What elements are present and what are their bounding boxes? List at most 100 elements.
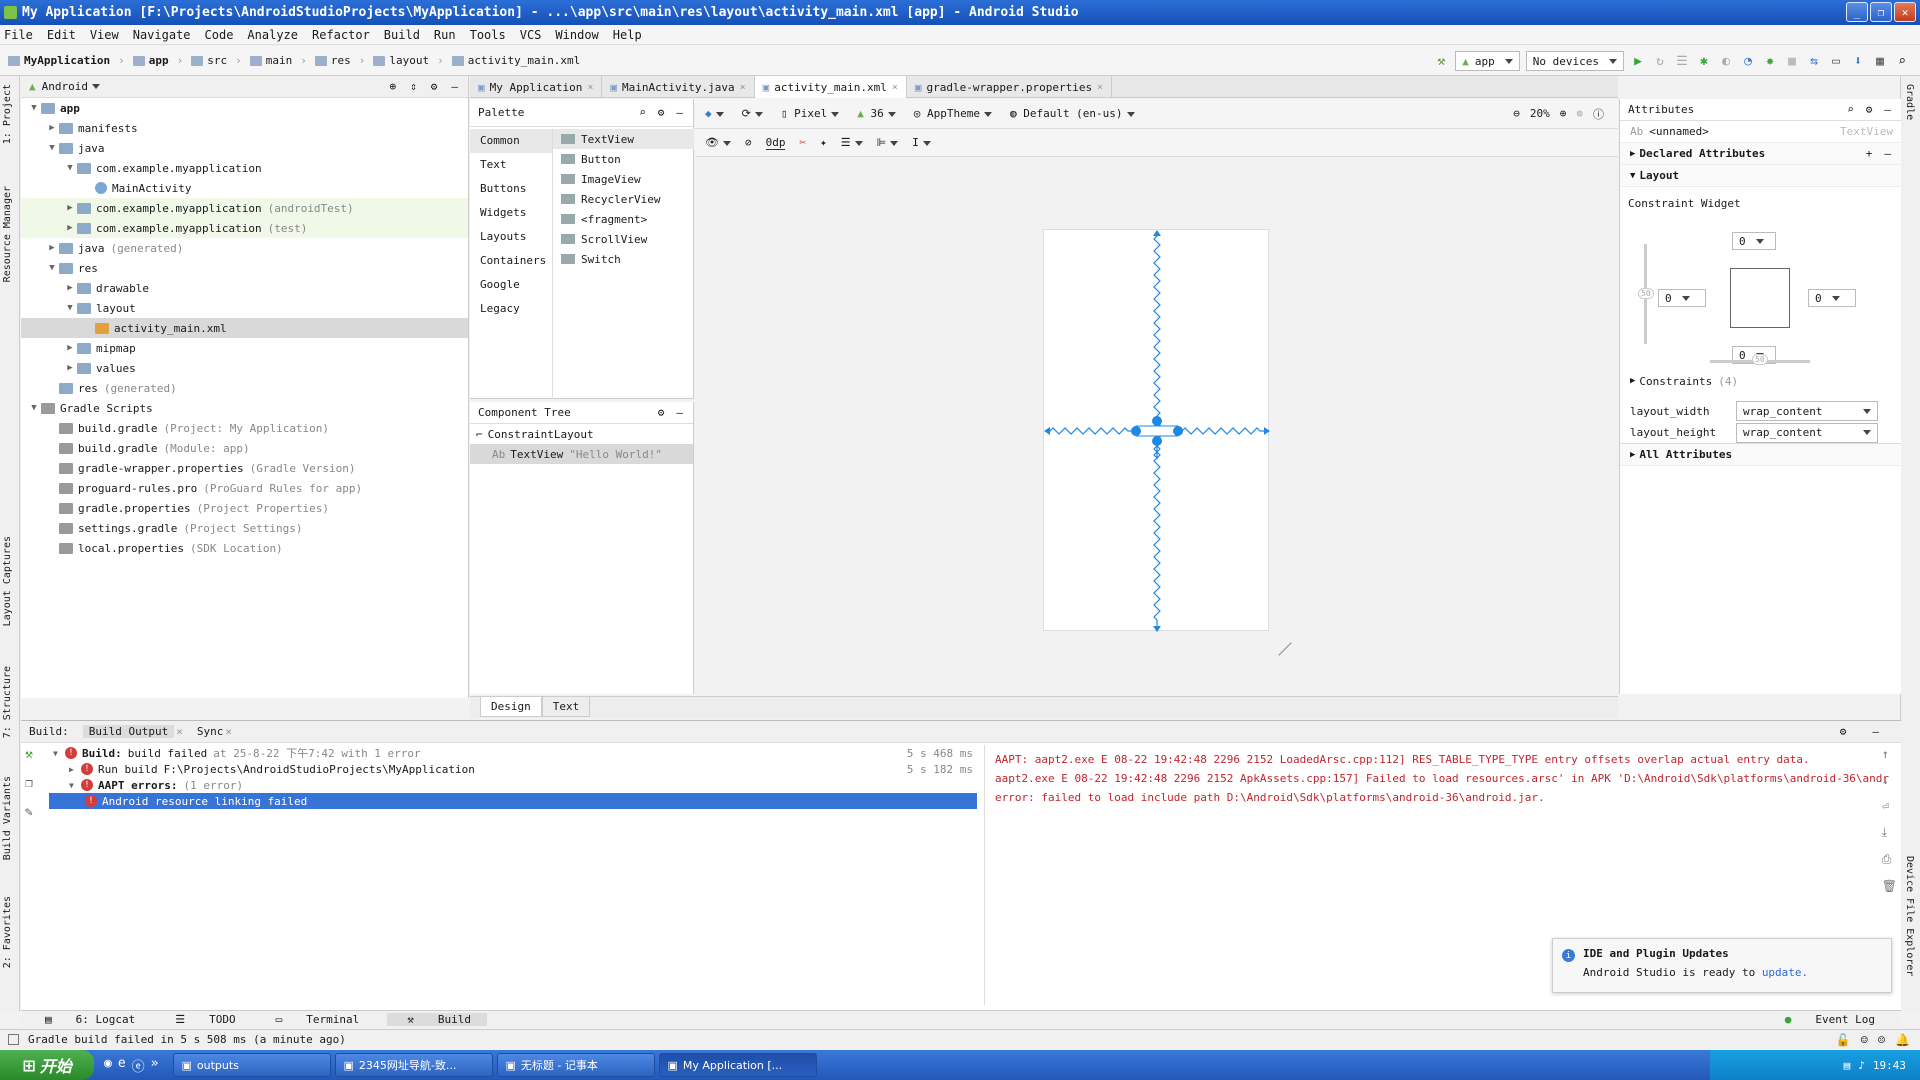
structure-tab[interactable]: 7: Structure (2, 666, 13, 738)
volume-icon[interactable]: ♪ (1858, 1059, 1865, 1072)
start-button[interactable]: ⊞ 开始 (0, 1050, 94, 1080)
palette-item[interactable]: Switch (553, 249, 694, 269)
align-icon[interactable]: ⊫ (877, 136, 899, 149)
tree-node[interactable]: ▼ java (21, 138, 468, 158)
palette-item[interactable]: ImageView (553, 169, 694, 189)
margin-right-select[interactable]: 0 (1808, 289, 1856, 307)
project-tool-tab[interactable]: 1: Project (2, 84, 13, 144)
zoom-out-icon[interactable]: ⊖ (1513, 107, 1520, 120)
palette-category[interactable]: Google (470, 273, 552, 297)
clock[interactable]: 19:43 (1873, 1059, 1906, 1072)
guidelines-icon[interactable]: I (912, 136, 931, 149)
status-toggle-icon[interactable] (8, 1034, 19, 1045)
theme-select[interactable]: ◎ AppTheme (914, 107, 992, 120)
hide-icon[interactable]: — (1884, 103, 1891, 116)
breadcrumb-item[interactable]: layout › (373, 54, 444, 67)
editor-tab[interactable]: ▣ My Application × (470, 76, 603, 98)
hide-icon[interactable]: — (451, 80, 458, 93)
locale-select[interactable]: ◍ Default (en-us) (1010, 107, 1135, 120)
network-icon[interactable]: ▤ (1844, 1059, 1851, 1072)
default-margin[interactable]: 0dp (765, 136, 786, 150)
collapse-icon[interactable]: ⇕ (410, 80, 417, 93)
hammer-icon[interactable]: ⚒ (1433, 53, 1449, 69)
close-icon[interactable]: × (1097, 82, 1103, 93)
profile-icon[interactable]: ◔ (1740, 53, 1756, 69)
close-button[interactable]: ✕ (1894, 2, 1916, 22)
hammer-icon[interactable]: ⚒ (25, 747, 33, 762)
device-select[interactable]: No devices (1525, 51, 1624, 71)
tree-node[interactable]: build.gradle (Project: My Application) (21, 418, 468, 438)
tab-text[interactable]: Text (541, 697, 591, 717)
layout-height-select[interactable]: wrap_content (1736, 422, 1878, 443)
gear-icon[interactable]: ⚙ (431, 80, 438, 93)
tree-node[interactable]: ▶ com.example.myapplication (test) (21, 218, 468, 238)
search-icon[interactable]: ⌕ (639, 106, 646, 119)
tree-node[interactable]: local.properties (SDK Location) (21, 538, 468, 558)
constraints-row[interactable]: ▶ Constraints (4) (1620, 370, 1901, 392)
run-icon[interactable]: ▶ (1630, 53, 1646, 69)
zoom-fit-icon[interactable]: ⊚ (1576, 107, 1583, 120)
palette-category[interactable]: Containers (470, 249, 552, 273)
gear-icon[interactable]: ⚙ (658, 406, 665, 419)
soft-wrap-icon[interactable]: ⏎ (1882, 799, 1897, 813)
sdk-manager-icon[interactable]: ⬇ (1850, 53, 1866, 69)
run-config-select[interactable]: ▲ app (1455, 51, 1520, 71)
menu-help[interactable]: Help (613, 28, 642, 42)
tree-node[interactable]: gradle.properties (Project Properties) (21, 498, 468, 518)
palette-category[interactable]: Buttons (470, 177, 552, 201)
avd-manager-icon[interactable]: ▭ (1828, 53, 1844, 69)
apply-changes-icon[interactable]: ☰ (1674, 53, 1690, 69)
notifications-icon[interactable]: 🔔 (1895, 1033, 1910, 1047)
id-input[interactable]: <unnamed> (1649, 125, 1709, 138)
bottom-tab[interactable]: ☰ TODO (163, 1013, 243, 1026)
warning-icon[interactable]: ⓘ (1593, 106, 1604, 122)
design-surface-icon[interactable]: ◆ (705, 107, 724, 120)
gradle-tab[interactable]: Gradle (1904, 84, 1915, 120)
device-file-explorer-tab[interactable]: Device File Explorer (1904, 856, 1915, 976)
hide-icon[interactable]: — (676, 406, 683, 419)
tree-node[interactable]: ▼ res (21, 258, 468, 278)
menu-run[interactable]: Run (434, 28, 456, 42)
favorites-tab[interactable]: 2: Favorites (2, 896, 13, 968)
close-icon[interactable]: × (176, 725, 183, 738)
tree-node[interactable]: ▼ layout (21, 298, 468, 318)
menu-code[interactable]: Code (205, 28, 234, 42)
build-tree-row[interactable]: ! Android resource linking failed (49, 793, 977, 809)
remove-icon[interactable]: — (1884, 147, 1891, 160)
tree-node[interactable]: ▶ values (21, 358, 468, 378)
declared-attributes-section[interactable]: ▶ Declared Attributes + — (1620, 143, 1901, 165)
build-variants-tab[interactable]: Build Variants (2, 776, 13, 860)
breadcrumb-item[interactable]: src › (191, 54, 242, 67)
device-select[interactable]: ▯ Pixel (781, 107, 840, 120)
build-tab[interactable]: Build Output (82, 725, 175, 738)
tree-node[interactable]: ▼ app (21, 98, 468, 118)
palette-category[interactable]: Widgets (470, 201, 552, 225)
gear-icon[interactable]: ⚙ (658, 106, 665, 119)
build-tree-row[interactable]: ▼! AAPT errors: (1 error) (49, 777, 977, 793)
project-structure-icon[interactable]: ▦ (1872, 53, 1888, 69)
palette-item[interactable]: <fragment> (553, 209, 694, 229)
add-icon[interactable]: + (1866, 147, 1873, 160)
palette-item[interactable]: Button (553, 149, 694, 169)
breadcrumb-item[interactable]: app › (132, 54, 183, 67)
pin-icon[interactable]: ✎ (25, 805, 33, 820)
margin-left-select[interactable]: 0 (1658, 289, 1706, 307)
media-icon[interactable]: ◉ (104, 1056, 112, 1075)
breadcrumb-item[interactable]: main › (249, 54, 307, 67)
lock-icon[interactable]: 🔓 (1836, 1033, 1851, 1047)
build-tab[interactable]: Sync (197, 725, 224, 738)
tree-node[interactable]: ▶ com.example.myapplication (androidTest) (21, 198, 468, 218)
palette-category[interactable]: Common (470, 129, 552, 153)
menu-build[interactable]: Build (384, 28, 420, 42)
restore-button[interactable]: ❐ (1870, 2, 1892, 22)
more-icon[interactable]: » (151, 1056, 159, 1075)
tree-node[interactable]: build.gradle (Module: app) (21, 438, 468, 458)
palette-category[interactable]: Legacy (470, 297, 552, 321)
tree-node[interactable]: ▶ mipmap (21, 338, 468, 358)
stop-icon[interactable]: ■ (1784, 53, 1800, 69)
tree-node[interactable]: proguard-rules.pro (ProGuard Rules for ap… (21, 478, 468, 498)
autoconnect-icon[interactable]: ⊘ (745, 136, 752, 149)
zoom-in-icon[interactable]: ⊕ (1560, 107, 1567, 120)
editor-tab[interactable]: ▣ MainActivity.java × (602, 76, 755, 98)
tree-node[interactable]: ▼ Gradle Scripts (21, 398, 468, 418)
